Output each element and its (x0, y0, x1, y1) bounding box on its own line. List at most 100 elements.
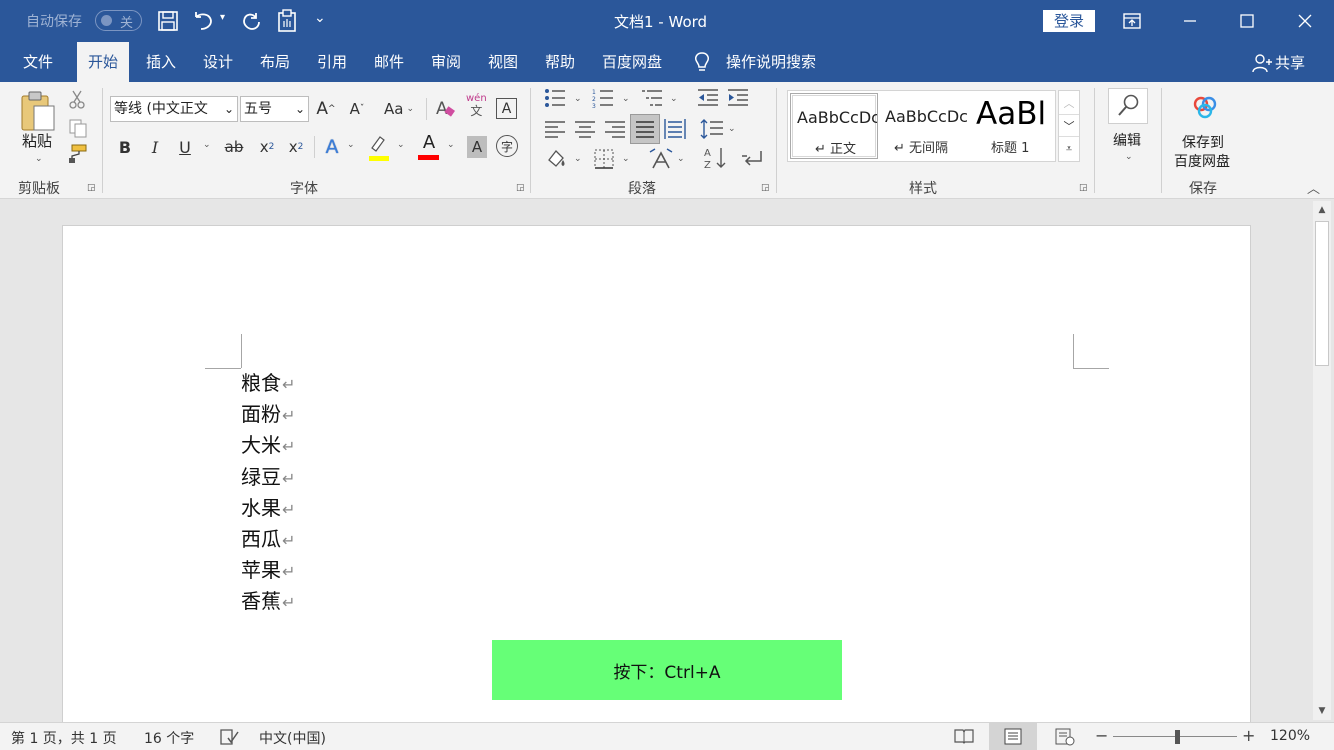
maximize-icon[interactable] (1218, 0, 1276, 42)
collapse-ribbon-icon[interactable]: ︿ (1307, 178, 1320, 197)
asian-layout-icon[interactable] (649, 148, 673, 174)
character-shading-button[interactable]: A (467, 136, 487, 158)
tab-design[interactable]: 设计 (192, 42, 244, 82)
italic-button[interactable]: I (144, 134, 166, 160)
superscript-button[interactable]: x2 (284, 134, 308, 160)
document-line[interactable]: 香蕉↵ (241, 586, 295, 617)
justify-icon[interactable] (630, 114, 660, 144)
print-layout-icon[interactable] (989, 723, 1037, 750)
style-heading-1[interactable]: AaBl 标题 1 (972, 93, 1055, 159)
font-color-button[interactable]: A (417, 132, 441, 162)
tab-file[interactable]: 文件 (12, 42, 64, 82)
tab-mailings[interactable]: 邮件 (363, 42, 415, 82)
document-line[interactable]: 粮食↵ (241, 368, 295, 399)
font-color-dropdown-icon[interactable]: ⌄ (447, 140, 455, 150)
autosave-toggle[interactable]: 关 (95, 10, 142, 31)
style-normal[interactable]: AaBbCcDc ↵ 正文 (790, 93, 878, 159)
undo-icon[interactable] (188, 6, 218, 36)
increase-indent-icon[interactable] (727, 88, 749, 112)
tab-baidu-netdisk[interactable]: 百度网盘 (591, 42, 673, 82)
zoom-in-button[interactable]: + (1242, 726, 1255, 745)
paste-dropdown-icon[interactable]: ⌄ (35, 154, 43, 164)
zoom-slider-thumb[interactable] (1175, 730, 1180, 744)
customize-qat-icon[interactable]: ⌄ (314, 10, 326, 26)
document-line[interactable]: 面粉↵ (241, 399, 295, 430)
document-line[interactable]: 西瓜↵ (241, 524, 295, 555)
cut-icon[interactable] (68, 90, 86, 114)
phonetic-guide-button[interactable]: wén 文 (466, 94, 487, 118)
save-baidu-line1[interactable]: 保存到 (1182, 132, 1224, 152)
shading-icon[interactable] (545, 148, 567, 174)
copy-icon[interactable] (68, 118, 88, 142)
language-indicator[interactable]: 中文(中国) (259, 728, 326, 748)
font-launcher-icon[interactable]: ◲ (516, 183, 525, 193)
zoom-level[interactable]: 120% (1270, 728, 1310, 744)
sort-icon[interactable]: AZ (703, 146, 727, 174)
change-case-button[interactable]: Aa ⌄ (380, 96, 418, 122)
tab-insert[interactable]: 插入 (135, 42, 187, 82)
multilevel-dropdown-icon[interactable]: ⌄ (670, 94, 678, 104)
styles-launcher-icon[interactable]: ◲ (1079, 183, 1088, 193)
baidu-netdisk-icon[interactable] (1190, 94, 1220, 124)
tab-home[interactable]: 开始 (77, 42, 130, 82)
shrink-font-button[interactable]: Aˇ (344, 96, 370, 122)
minimize-icon[interactable] (1161, 0, 1219, 42)
proofing-icon[interactable] (219, 728, 239, 750)
bullets-dropdown-icon[interactable]: ⌄ (574, 94, 582, 104)
editing-label[interactable]: 编辑 (1113, 130, 1141, 150)
line-spacing-dropdown-icon[interactable]: ⌄ (728, 124, 736, 134)
underline-dropdown-icon[interactable]: ⌄ (203, 140, 211, 150)
highlight-dropdown-icon[interactable]: ⌄ (397, 140, 405, 150)
format-painter-icon[interactable] (66, 144, 88, 168)
enclose-characters-button[interactable]: 字 (496, 135, 518, 157)
styles-scroll-up-icon[interactable]: ︿ (1059, 91, 1079, 114)
styles-scroll-down-icon[interactable]: ﹀ (1059, 114, 1079, 137)
distributed-icon[interactable] (664, 118, 686, 144)
align-center-icon[interactable] (574, 120, 596, 142)
scroll-down-icon[interactable]: ▼ (1313, 702, 1331, 720)
font-size-select[interactable]: 五号 ⌄ (240, 96, 309, 122)
text-effects-button[interactable]: A (320, 134, 344, 160)
tab-review[interactable]: 审阅 (420, 42, 472, 82)
redo-icon[interactable] (236, 6, 266, 36)
document-line[interactable]: 绿豆↵ (241, 462, 295, 493)
highlight-button[interactable] (367, 134, 391, 162)
save-baidu-line2[interactable]: 百度网盘 (1174, 151, 1230, 171)
numbering-icon[interactable]: 123 (592, 88, 614, 112)
sign-in-button[interactable]: 登录 (1043, 10, 1095, 32)
web-layout-icon[interactable] (1055, 728, 1075, 750)
word-count[interactable]: 16 个字 (144, 728, 194, 748)
zoom-out-button[interactable]: − (1095, 726, 1108, 745)
vertical-scrollbar[interactable]: ▲ ▼ (1313, 201, 1331, 720)
asian-layout-dropdown-icon[interactable]: ⌄ (677, 154, 685, 164)
underline-button[interactable]: U (174, 134, 196, 160)
bullets-icon[interactable] (544, 88, 566, 112)
clear-formatting-icon[interactable]: A (434, 96, 458, 124)
editing-dropdown-icon[interactable]: ⌄ (1125, 152, 1133, 162)
show-marks-icon[interactable] (741, 148, 763, 174)
scrollbar-thumb[interactable] (1315, 221, 1329, 366)
borders-icon[interactable] (593, 148, 615, 174)
shading-dropdown-icon[interactable]: ⌄ (574, 154, 582, 164)
paste-label[interactable]: 粘贴 (22, 130, 52, 151)
document-line[interactable]: 水果↵ (241, 493, 295, 524)
paragraph-launcher-icon[interactable]: ◲ (761, 183, 770, 193)
clipboard-launcher-icon[interactable]: ◲ (87, 183, 96, 193)
character-border-button[interactable]: A (496, 98, 517, 119)
scroll-up-icon[interactable]: ▲ (1313, 201, 1331, 219)
text-effects-dropdown-icon[interactable]: ⌄ (347, 140, 355, 150)
align-left-icon[interactable] (544, 120, 566, 142)
tab-layout[interactable]: 布局 (249, 42, 301, 82)
bold-button[interactable]: B (114, 134, 136, 160)
subscript-button[interactable]: x2 (255, 134, 279, 160)
strikethrough-button[interactable]: ab (221, 134, 247, 160)
multilevel-list-icon[interactable] (641, 88, 663, 112)
tab-view[interactable]: 视图 (477, 42, 529, 82)
document-line[interactable]: 大米↵ (241, 430, 295, 461)
align-right-icon[interactable] (604, 120, 626, 142)
share-button[interactable]: 共享 (1275, 42, 1305, 82)
ribbon-display-icon[interactable] (1103, 0, 1161, 42)
close-icon[interactable] (1276, 0, 1334, 42)
decrease-indent-icon[interactable] (697, 88, 719, 112)
editing-button[interactable] (1108, 88, 1148, 124)
